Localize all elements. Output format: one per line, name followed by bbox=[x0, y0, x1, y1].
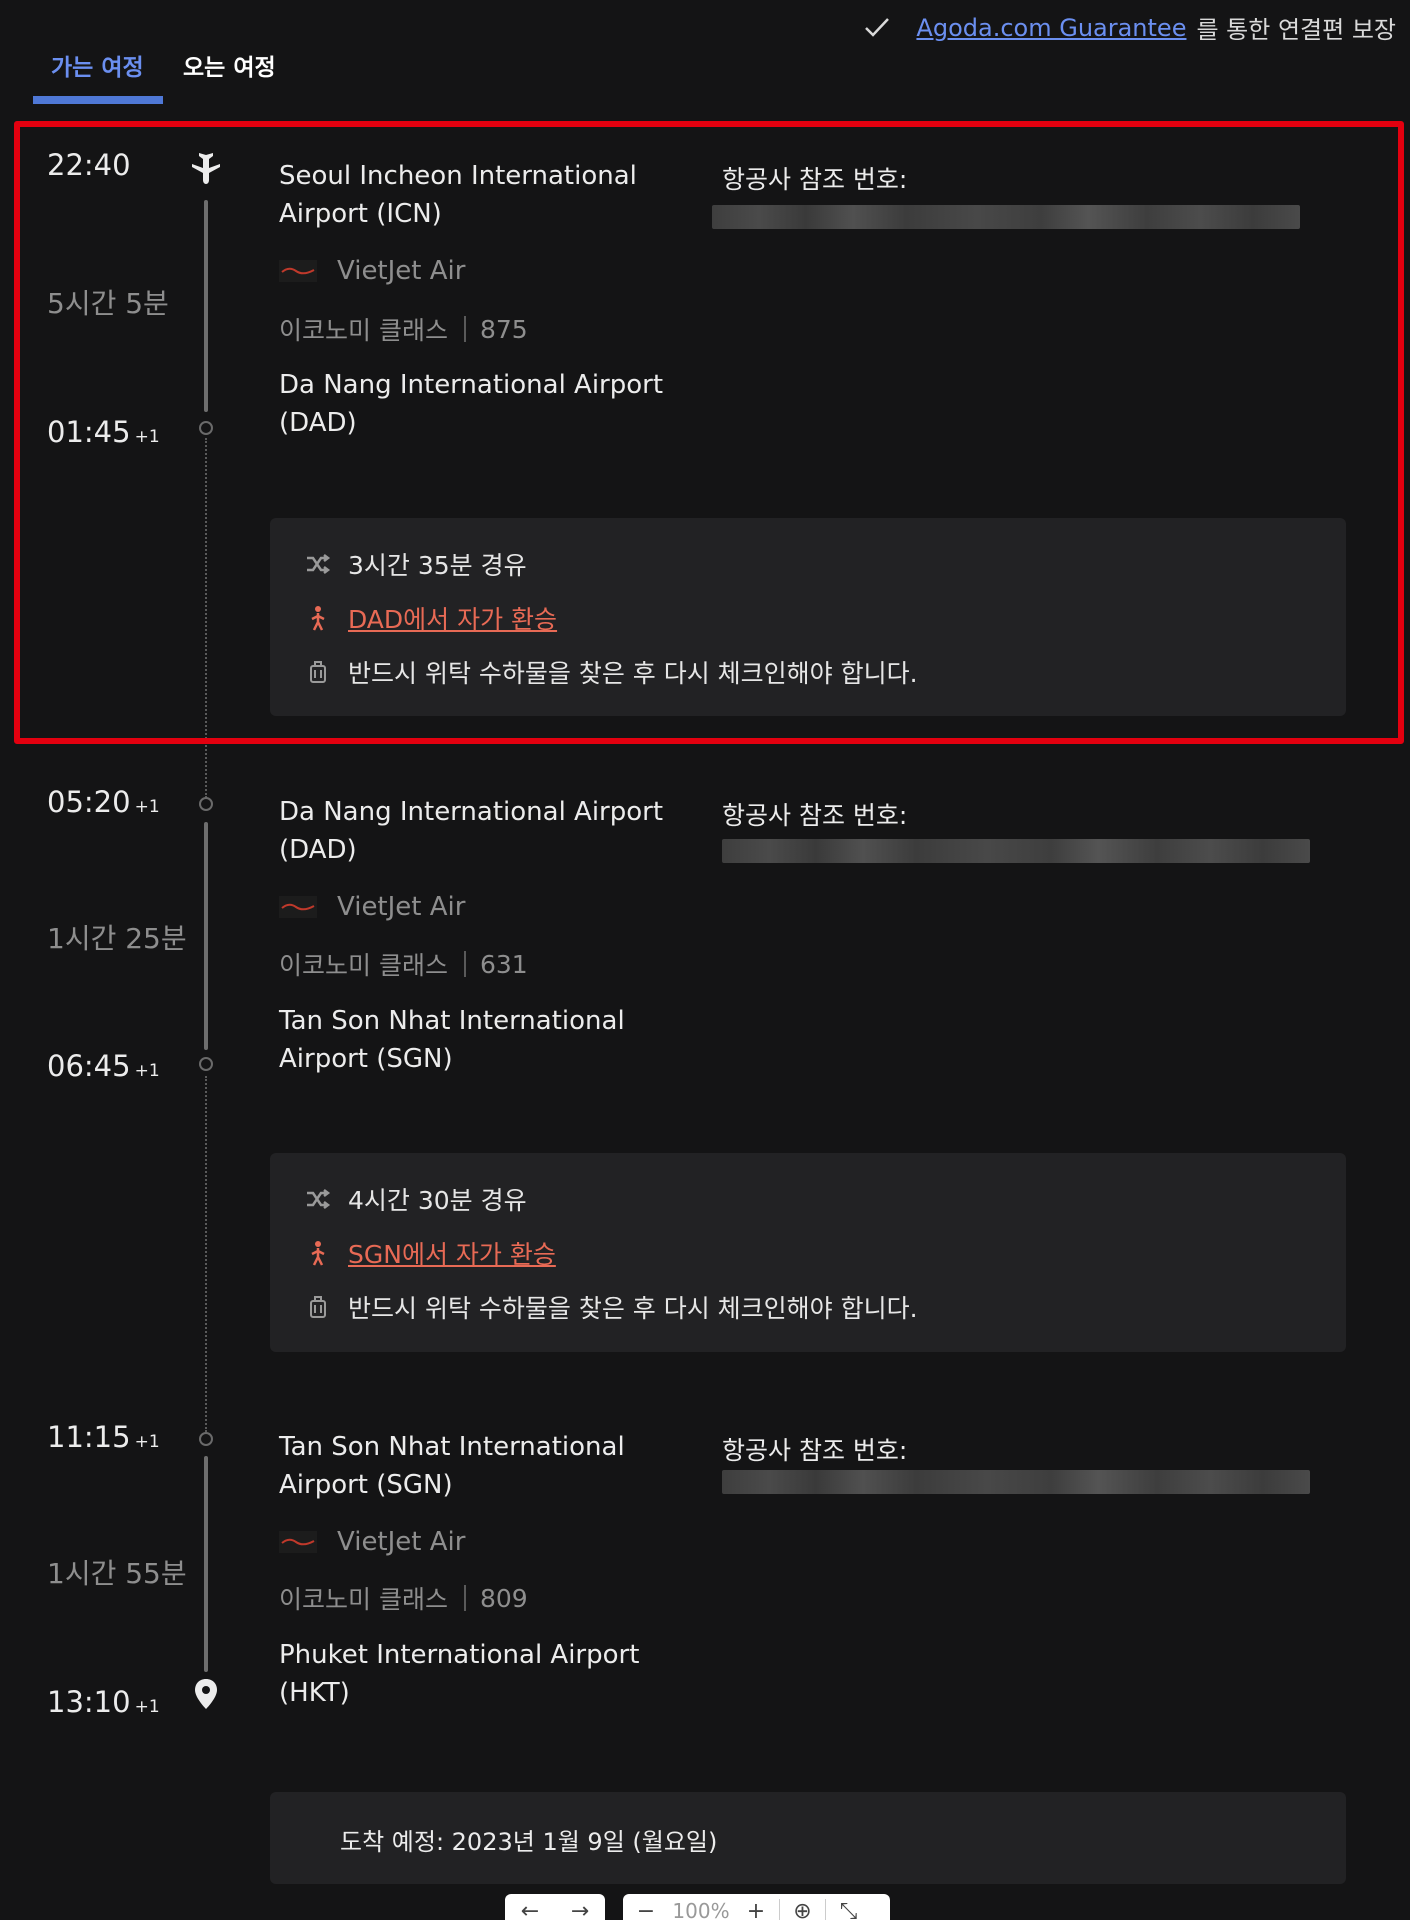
shuffle-icon bbox=[304, 1185, 332, 1213]
arrive-time: 13:10 +1 bbox=[47, 1685, 160, 1719]
check-icon bbox=[865, 17, 890, 37]
segment-1-line bbox=[204, 200, 208, 412]
arrival-airport: Da Nang International Airport (DAD) bbox=[279, 370, 664, 438]
vietjet-logo-icon bbox=[279, 260, 317, 282]
guarantee-suffix: 를 통한 연결편 보장 bbox=[1196, 16, 1396, 44]
flight-number: 875 bbox=[479, 314, 528, 344]
flight-duration: 1시간 55분 bbox=[47, 1557, 187, 1590]
download-icon[interactable]: ⊕ bbox=[779, 1898, 825, 1920]
layover-1-dotline bbox=[205, 438, 207, 798]
arrival-box: 도착 예정: 2023년 1월 9일 (월요일) bbox=[270, 1792, 1346, 1884]
zoom-out-icon[interactable]: − bbox=[623, 1899, 669, 1920]
airline-ref-redacted bbox=[722, 839, 1310, 863]
layover-box: 3시간 35분 경유 DAD에서 자가 환승 반드시 위탁 수하물을 찾은 후 … bbox=[270, 518, 1346, 716]
departure-airport: Da Nang International Airport (DAD) bbox=[279, 797, 664, 865]
layover-duration: 4시간 30분 경유 bbox=[304, 1181, 527, 1217]
stop-circle bbox=[199, 797, 213, 811]
cabin-class: 이코노미 클래스 875 bbox=[279, 314, 528, 346]
departure-plane-icon bbox=[192, 153, 220, 184]
stop-circle bbox=[199, 1432, 213, 1446]
airline-ref-redacted bbox=[712, 205, 1300, 229]
airline-ref-label: 항공사 참조 번호: bbox=[722, 801, 908, 830]
cabin-class: 이코노미 클래스 631 bbox=[279, 949, 528, 981]
baggage-notice: 반드시 위탁 수하물을 찾은 후 다시 체크인해야 합니다. bbox=[304, 654, 918, 690]
depart-time: 05:20 +1 bbox=[47, 785, 160, 819]
arrive-time: 06:45 +1 bbox=[47, 1049, 160, 1083]
layover-duration: 3시간 35분 경유 bbox=[304, 546, 527, 582]
segment-3-line bbox=[204, 1456, 208, 1672]
active-tab-indicator bbox=[33, 96, 163, 104]
zoom-in-icon[interactable]: + bbox=[733, 1899, 779, 1920]
vietjet-logo-icon bbox=[279, 1531, 317, 1553]
zoom-control: − 100% + ⊕ ⤡ bbox=[623, 1894, 890, 1920]
stop-circle bbox=[199, 1057, 213, 1071]
tab-outbound[interactable]: 가는 여정 bbox=[51, 48, 144, 82]
self-transfer-link[interactable]: SGN에서 자가 환승 bbox=[304, 1235, 556, 1271]
segment-2-line bbox=[204, 822, 208, 1050]
airline-ref-label: 항공사 참조 번호: bbox=[722, 165, 908, 194]
flight-duration: 5시간 5분 bbox=[47, 287, 169, 320]
flight-duration: 1시간 25분 bbox=[47, 922, 187, 955]
walking-person-icon bbox=[304, 1239, 332, 1267]
departure-airport: Seoul Incheon International Airport (ICN… bbox=[279, 161, 637, 229]
guarantee-notice: Agoda.com Guarantee 를 통한 연결편 보장 bbox=[862, 10, 1396, 45]
baggage-notice: 반드시 위탁 수하물을 찾은 후 다시 체크인해야 합니다. bbox=[304, 1289, 918, 1325]
luggage-icon bbox=[304, 1293, 332, 1321]
departure-airport: Tan Son Nhat International Airport (SGN) bbox=[279, 1432, 625, 1500]
airline: VietJet Air bbox=[279, 256, 465, 286]
page-nav-control: ← → bbox=[505, 1894, 605, 1920]
self-transfer-link[interactable]: DAD에서 자가 환승 bbox=[304, 600, 557, 636]
layover-box: 4시간 30분 경유 SGN에서 자가 환승 반드시 위탁 수하물을 찾은 후 … bbox=[270, 1153, 1346, 1352]
airline: VietJet Air bbox=[279, 892, 465, 922]
depart-time: 11:15 +1 bbox=[47, 1420, 160, 1454]
tab-return[interactable]: 오는 여정 bbox=[183, 48, 276, 82]
zoom-level: 100% bbox=[672, 1899, 730, 1920]
guarantee-link[interactable]: Agoda.com Guarantee bbox=[916, 14, 1186, 42]
arrive-time: 01:45 +1 bbox=[47, 415, 160, 449]
luggage-icon bbox=[304, 658, 332, 686]
airline-ref-redacted bbox=[722, 1470, 1310, 1494]
arrow-left-icon[interactable]: ← bbox=[521, 1899, 539, 1920]
depart-time: 22:40 bbox=[47, 148, 131, 182]
vietjet-logo-icon bbox=[279, 896, 317, 918]
flight-number: 809 bbox=[479, 1583, 528, 1613]
arrow-right-icon[interactable]: → bbox=[571, 1899, 589, 1920]
arrival-airport: Phuket International Airport (HKT) bbox=[279, 1640, 640, 1708]
arrival-airport: Tan Son Nhat International Airport (SGN) bbox=[279, 1006, 625, 1074]
cabin-class: 이코노미 클래스 809 bbox=[279, 1583, 528, 1615]
arrival-date: 도착 예정: 2023년 1월 9일 (월요일) bbox=[340, 1828, 718, 1856]
layover-2-dotline bbox=[205, 1076, 207, 1432]
flight-number: 631 bbox=[479, 949, 528, 979]
collapse-icon[interactable]: ⤡ bbox=[825, 1898, 871, 1920]
walking-person-icon bbox=[304, 604, 332, 632]
airline: VietJet Air bbox=[279, 1527, 465, 1557]
shuffle-icon bbox=[304, 550, 332, 578]
airline-ref-label: 항공사 참조 번호: bbox=[722, 1436, 908, 1465]
stop-circle bbox=[199, 421, 213, 435]
destination-pin-icon bbox=[195, 1679, 217, 1709]
